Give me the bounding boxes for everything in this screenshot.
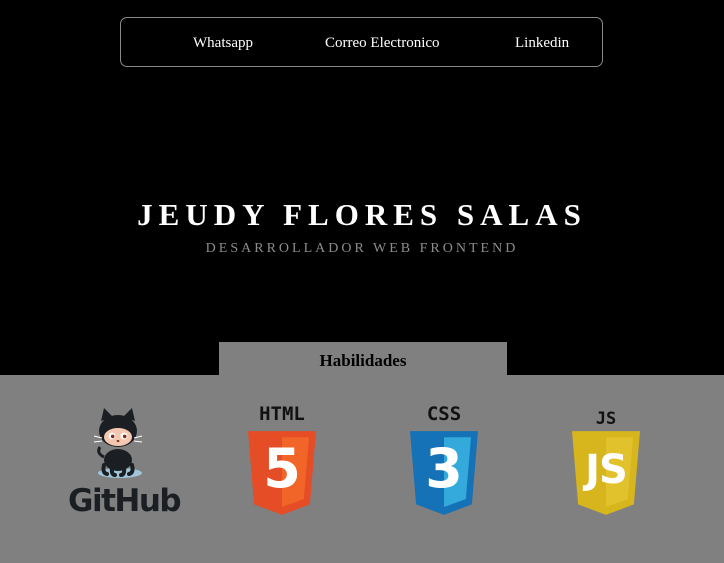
js-wordmark-small: JS xyxy=(595,409,617,429)
html5-wordmark: HTML xyxy=(259,403,305,425)
hero-subtitle: DESARROLLADOR WEB FRONTEND xyxy=(205,241,519,256)
css3-wordmark: CSS xyxy=(426,403,462,425)
html5-logo: HTML 5 xyxy=(243,403,321,523)
js-shield-letters: JS xyxy=(585,447,628,493)
js-logo: JS JS xyxy=(567,409,645,517)
github-logo: GitHub xyxy=(68,405,182,523)
nav-link-email[interactable]: Correo Electronico xyxy=(325,34,440,52)
css3-number: 3 xyxy=(425,437,463,500)
nav-link-linkedin[interactable]: Linkedin xyxy=(515,34,569,52)
css3-logo: CSS 3 xyxy=(405,403,483,523)
top-nav: Whatsapp Correo Electronico Linkedin xyxy=(120,17,603,67)
hero-title: JEUDY FLORES SALAS xyxy=(137,197,587,232)
nav-link-whatsapp[interactable]: Whatsapp xyxy=(193,34,253,52)
page: Whatsapp Correo Electronico Linkedin JEU… xyxy=(0,0,724,563)
html5-number: 5 xyxy=(263,437,301,500)
github-wordmark: GitHub xyxy=(68,483,182,519)
skills-heading: Habilidades xyxy=(219,342,507,378)
skills-panel: GitHub HTML 5 CSS 3 JS JS xyxy=(0,375,724,563)
